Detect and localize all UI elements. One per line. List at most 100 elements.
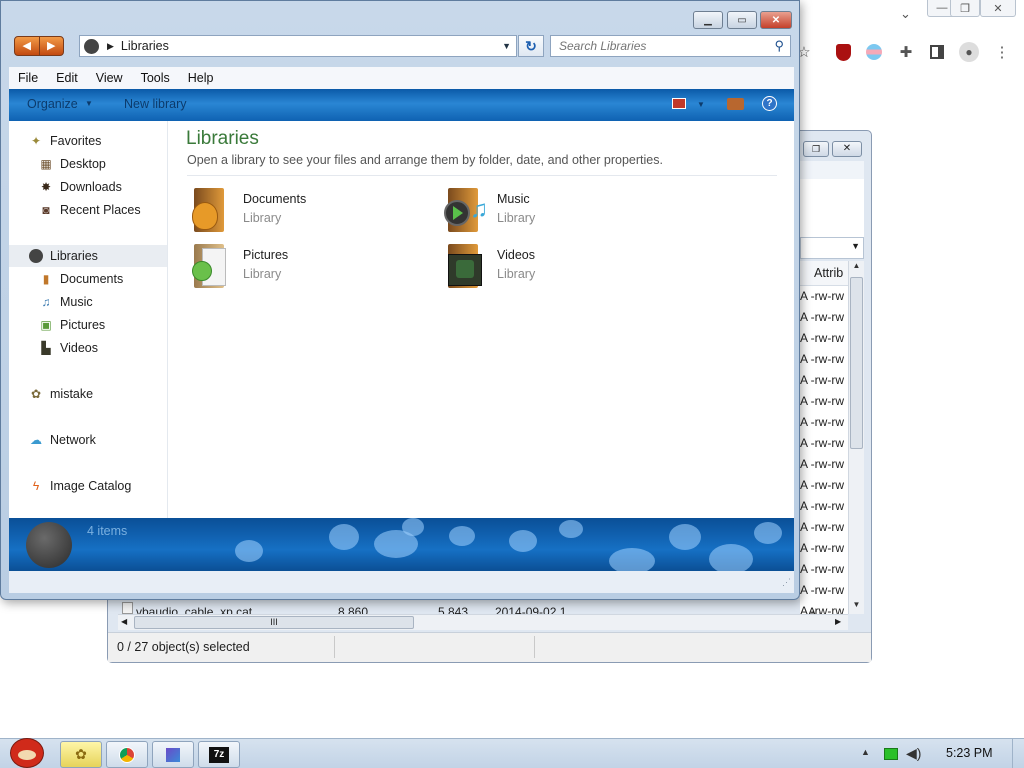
show-desktop-button[interactable] [1012,739,1024,768]
taskbar-7zip[interactable]: 7z [198,741,240,768]
table-row[interactable]: A -rw-rw [800,412,844,433]
address-bar[interactable]: ▶ Libraries ▼ [79,35,517,57]
start-button[interactable] [6,730,48,768]
zip-close-button[interactable]: ✕ [832,141,862,157]
taskbar-explorer[interactable]: ✿ [60,741,102,768]
nav-libraries[interactable]: Libraries [9,245,167,267]
nav-network[interactable]: ☁ Network [9,429,167,451]
minimize-button[interactable]: ▁ [693,11,723,29]
nav-documents[interactable]: ▮ Documents [9,268,167,290]
nav-downloads[interactable]: ✸ Downloads [9,176,167,198]
hscroll-thumb[interactable]: III [134,616,414,629]
menu-view[interactable]: View [87,71,132,85]
library-pictures[interactable]: Pictures Library [190,244,288,290]
zip-toolbar-area [800,179,864,237]
explorer-window[interactable]: ▁ ▭ ✕ ◀ ▶ ▶ Libraries ▼ ↻ ⚲ File Edit Vi… [0,0,800,600]
clock[interactable]: 5:23 PM [946,746,993,760]
side-panel-icon[interactable] [923,38,951,66]
search-icon[interactable]: ⚲ [774,38,784,54]
scroll-right-icon[interactable]: ▶ [835,617,841,626]
menu-edit[interactable]: Edit [47,71,87,85]
scroll-down-icon[interactable]: ▼ [850,600,863,614]
zip-vertical-scrollbar[interactable]: ▲ ▼ [848,261,864,614]
zip-path-dropdown[interactable]: ▼ [800,237,864,259]
forward-arrow-icon[interactable]: ▶ [40,37,64,55]
help-icon[interactable]: ? [762,96,777,111]
resize-grip-icon[interactable]: ⋰ [782,577,791,588]
nav-mistake[interactable]: ✿ mistake [9,383,167,405]
nav-desktop[interactable]: ▦ Desktop [9,153,167,175]
search-input[interactable] [559,39,775,53]
zip-horizontal-scrollbar[interactable]: ◀ III ▶ [118,614,848,630]
chevron-down-icon[interactable]: ⌄ [900,6,911,22]
table-row[interactable]: A -rw-rw [800,433,844,454]
view-dropdown-icon[interactable]: ▼ [697,100,705,109]
extension-icon[interactable] [860,38,888,66]
table-row[interactable]: A -rw-rw [800,517,844,538]
nav-music[interactable]: ♫ Music [9,291,167,313]
browser-restore-button[interactable]: ❐ [950,0,980,17]
scroll-thumb[interactable] [850,277,863,449]
browser-close-button[interactable]: ✕ [980,0,1016,17]
menu-help[interactable]: Help [179,71,223,85]
nav-pictures[interactable]: ▣ Pictures [9,314,167,336]
profile-icon[interactable]: ● [955,38,983,66]
file-icon [122,602,133,614]
library-documents[interactable]: Documents Library [190,188,306,234]
table-row[interactable]: A -rw-rw [800,475,844,496]
zip-restore-button[interactable]: ❐ [803,141,829,157]
menu-file[interactable]: File [9,71,47,85]
nav-videos[interactable]: ▙ Videos [9,337,167,359]
table-row[interactable]: A -rw-rw [800,538,844,559]
table-row[interactable]: A -rw-rw [800,559,844,580]
table-row[interactable]: A -rw-rw [800,286,844,307]
library-videos[interactable]: Videos Library [444,244,535,290]
videos-icon: ▙ [41,341,51,355]
library-name: Videos [497,248,535,262]
table-row[interactable]: A -rw-rw [800,370,844,391]
menu-tools[interactable]: Tools [132,71,179,85]
scroll-up-icon[interactable]: ▲ [850,261,863,275]
volume-icon[interactable]: ◀) [906,745,921,762]
puzzle-icon[interactable]: ✚ [892,38,920,66]
new-library-button[interactable]: New library [124,97,187,111]
table-row[interactable]: A -rw-rw [800,454,844,475]
table-row[interactable]: A -rw-rw [800,580,844,601]
content-pane[interactable]: Libraries Open a library to see your fil… [168,121,794,518]
zip-file-list[interactable]: A -rw-rw A -rw-rw A -rw-rw A -rw-rw A -rw-rw… [800,286,848,618]
more-menu-icon[interactable]: ⋮ [988,38,1016,66]
close-button[interactable]: ✕ [760,11,792,29]
table-row[interactable]: A -rw-rw [800,496,844,517]
scroll-left-icon[interactable]: ◀ [121,617,127,626]
breadcrumb-arrow-icon[interactable]: ▶ [107,41,114,52]
nav-recent-places[interactable]: ◙ Recent Places [9,199,167,221]
network-status-icon[interactable] [884,748,898,760]
maximize-button[interactable]: ▭ [727,11,757,29]
menu-bar: File Edit View Tools Help [9,67,794,89]
view-options-icon[interactable] [672,98,686,109]
search-box[interactable]: ⚲ [550,35,791,57]
taskbar-chrome[interactable] [106,741,148,768]
tray-expand-icon[interactable]: ▲ [861,747,870,757]
table-row[interactable]: A -rw-rw [800,328,844,349]
organize-button[interactable]: Organize [27,97,78,111]
address-text[interactable]: Libraries [121,39,169,53]
refresh-icon[interactable]: ↻ [518,35,544,57]
table-row[interactable]: A -rw-rw [800,349,844,370]
taskbar-app[interactable] [152,741,194,768]
attrib-column-header[interactable]: Attrib [800,261,848,286]
table-row[interactable]: A -rw-rw [800,307,844,328]
library-music[interactable]: ♫ Music Library [444,188,535,234]
table-row[interactable]: A -rw-rw [800,391,844,412]
library-name: Pictures [243,248,289,262]
libraries-icon [29,249,43,263]
nav-favorites[interactable]: ✦ Favorites [9,130,167,152]
back-arrow-icon[interactable]: ◀ [15,37,40,55]
preview-pane-icon[interactable] [727,98,744,110]
address-dropdown-icon[interactable]: ▼ [502,41,511,51]
music-library-icon: ♫ [444,188,488,234]
table-row[interactable]: vbaudio_cable_xp.cat 8 860 5 843 2014-09… [120,601,820,615]
ublock-icon[interactable] [829,38,857,66]
organize-dropdown-icon[interactable]: ▼ [85,99,93,108]
nav-image-catalog[interactable]: ϟ Image Catalog [9,475,167,497]
